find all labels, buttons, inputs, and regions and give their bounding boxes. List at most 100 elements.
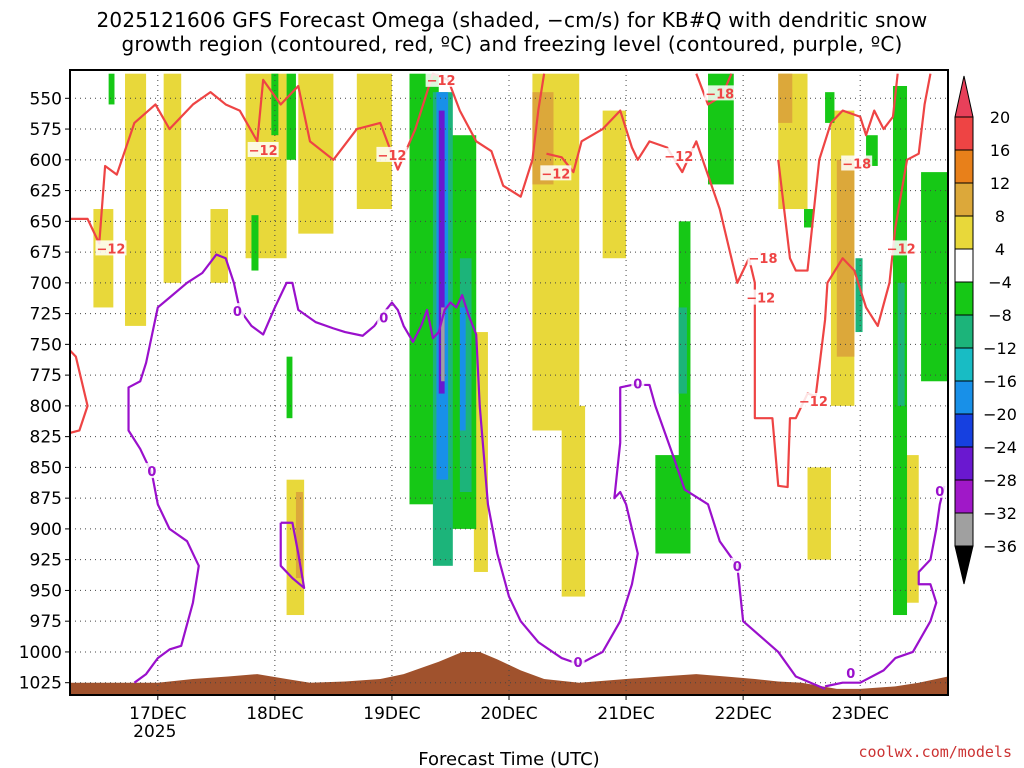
- colorbar-tick-label: −12: [983, 339, 1017, 358]
- terrain-fill: [70, 651, 948, 695]
- y-tick-label: 550: [30, 89, 62, 109]
- omega-region-warm: [807, 467, 831, 560]
- omega-region-warm: [298, 73, 334, 234]
- omega-region-teal: [678, 307, 687, 394]
- contour-label: 0: [574, 656, 583, 671]
- y-tick-label: 825: [30, 428, 62, 448]
- y-tick-label: 1025: [19, 674, 62, 694]
- colorbar-tick-label: 20: [990, 108, 1010, 127]
- x-tick-label: 23DEC: [832, 704, 889, 724]
- omega-region-warm: [561, 405, 586, 597]
- colorbar-swatch: [954, 512, 974, 547]
- contour-label: 0: [379, 311, 388, 326]
- contour-label: 0: [733, 560, 742, 575]
- contour-label: −12: [799, 395, 828, 410]
- contour-label: −12: [746, 292, 775, 307]
- contour-label: −12: [427, 74, 456, 89]
- colorbar-swatch: [954, 116, 974, 151]
- colorbar-swatch: [954, 215, 974, 250]
- y-tick-label: 625: [30, 182, 62, 202]
- colorbar-swatch: [954, 446, 974, 481]
- colorbar-bottom-arrow: [954, 545, 974, 585]
- contour-label: 0: [233, 305, 242, 320]
- colorbar-tick-label: −28: [983, 471, 1017, 490]
- omega-region-green: [251, 215, 259, 271]
- colorbar-swatch: [954, 182, 974, 217]
- colorbar-tick-label: −8: [988, 306, 1012, 325]
- contour-label: −12: [887, 242, 916, 257]
- omega-region-orange: [836, 159, 855, 357]
- omega-region-warm: [602, 110, 627, 259]
- colorbar-tick-label: −36: [983, 537, 1017, 556]
- contour-label: −18: [705, 87, 734, 102]
- y-tick-label: 725: [30, 305, 62, 325]
- colorbar-tick-label: 16: [990, 141, 1010, 160]
- y-tick-label: 925: [30, 551, 62, 571]
- colorbar-tick-label: −4: [988, 273, 1012, 292]
- colorbar-tick-label: 12: [990, 174, 1010, 193]
- colorbar-swatch: [954, 479, 974, 514]
- chart-canvas: −12 −12 −12 −12 −12 −12 −12 −12 −12 −18 −18 −18 0 0 0 0…: [19, 69, 1017, 768]
- contour-line: [70, 349, 89, 435]
- x-tick-label: 17DEC: [129, 704, 186, 724]
- colorbar-tick-label: −16: [983, 372, 1017, 391]
- x-tick-label: 20DEC: [480, 704, 537, 724]
- omega-region-teal: [897, 282, 905, 406]
- x-tick-label: 18DEC: [246, 704, 303, 724]
- contour-line: [824, 485, 946, 688]
- colorbar-swatch: [954, 413, 974, 448]
- colorbar: 20 16 12 8 4 −4 −8 −12 −16 −20 −24 −28 −32 −36: [954, 75, 1017, 585]
- y-tick-label: 700: [30, 274, 62, 294]
- omega-region-green: [825, 92, 835, 123]
- x-tick-sublabel: 2025: [133, 722, 176, 742]
- colorbar-swatch: [954, 380, 974, 415]
- omega-region-green: [286, 73, 296, 160]
- contour-label: 0: [633, 378, 642, 393]
- y-tick-label: 750: [30, 335, 62, 355]
- contour-label: −12: [664, 150, 693, 165]
- y-axis: 550 575 600 625 650 675 700 725 750 775 800 825 850 8…: [19, 89, 70, 694]
- omega-region-warm: [210, 209, 229, 283]
- x-tick-label: 22DEC: [714, 704, 771, 724]
- contour-label: −12: [96, 242, 125, 257]
- contour-label: 0: [846, 667, 855, 682]
- colorbar-swatch: [954, 314, 974, 349]
- contour-label: −12: [377, 149, 406, 164]
- omega-region-green: [108, 73, 115, 105]
- colorbar-swatch: [954, 347, 974, 382]
- y-tick-label: 775: [30, 366, 62, 386]
- omega-region-green: [921, 172, 948, 382]
- x-axis-label: Forecast Time (UTC): [418, 749, 599, 768]
- colorbar-swatch: [954, 149, 974, 184]
- y-tick-label: 575: [30, 120, 62, 140]
- omega-region-blue: [459, 307, 466, 431]
- y-tick-label: 675: [30, 243, 62, 263]
- y-tick-label: 900: [30, 520, 62, 540]
- contours: [70, 72, 946, 690]
- colorbar-tick-label: −20: [983, 405, 1017, 424]
- y-tick-label: 650: [30, 212, 62, 232]
- credit-text: coolwx.com/models: [858, 743, 1012, 761]
- contour-label: −12: [249, 144, 278, 159]
- colorbar-top-arrow: [954, 75, 974, 118]
- colorbar-swatch: [954, 281, 974, 316]
- y-tick-label: 800: [30, 397, 62, 417]
- y-tick-label: 975: [30, 612, 62, 632]
- y-tick-label: 1000: [19, 643, 62, 663]
- colorbar-tick-label: −32: [983, 504, 1017, 523]
- x-axis: 17DEC2025 18DEC 19DEC 20DEC 21DEC 22DEC 23DEC: [129, 695, 889, 742]
- colorbar-tick-label: −24: [983, 438, 1017, 457]
- colorbar-tick-label: 8: [995, 207, 1005, 226]
- omega-region-warm: [125, 73, 147, 326]
- contour-label: −18: [842, 158, 871, 173]
- y-tick-label: 600: [30, 151, 62, 171]
- x-tick-label: 21DEC: [597, 704, 654, 724]
- y-tick-label: 850: [30, 458, 62, 478]
- contour-label: −12: [541, 167, 570, 182]
- colorbar-tick-label: 4: [995, 240, 1005, 259]
- contour-label: 0: [147, 465, 156, 480]
- omega-region-green: [286, 356, 293, 419]
- y-tick-label: 950: [30, 581, 62, 601]
- x-tick-label: 19DEC: [363, 704, 420, 724]
- y-tick-label: 875: [30, 489, 62, 509]
